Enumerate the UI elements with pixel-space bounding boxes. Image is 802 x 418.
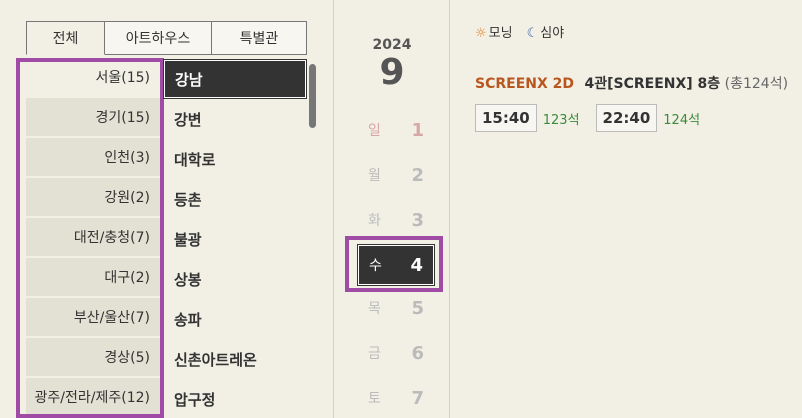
region-item-gwangju-jeolla-jeju[interactable]: 광주/전라/제주(12)	[26, 378, 160, 416]
day-of-week: 월	[368, 168, 381, 184]
day-number: 1	[411, 119, 424, 141]
theater-item[interactable]: 송파	[164, 300, 306, 338]
day-item-sat[interactable]: 토 7	[358, 378, 434, 418]
theater-item[interactable]: 상봉	[164, 260, 306, 298]
month-label: 9	[379, 52, 405, 93]
region-item-gangwon[interactable]: 강원(2)	[26, 178, 160, 216]
day-of-week: 목	[368, 301, 381, 317]
tab-arthouse[interactable]: 아트하우스	[105, 21, 212, 55]
day-item-wed-selected[interactable]: 수 4	[357, 244, 435, 286]
theater-list: 강남 강변 대학로 등촌 불광 상봉 송파 신촌아트레온 압구정	[163, 59, 307, 418]
theater-item[interactable]: 불광	[164, 220, 306, 258]
sun-icon: ☼	[475, 26, 487, 41]
region-item-daegu[interactable]: 대구(2)	[26, 258, 160, 296]
showtime-item[interactable]: 15:40 123석	[475, 104, 580, 132]
showtime-button[interactable]: 15:40	[475, 104, 537, 132]
region-item-incheon[interactable]: 인천(3)	[26, 138, 160, 176]
region-item-gyeongsang[interactable]: 경상(5)	[26, 338, 160, 376]
legend-night: ☾ 심야	[527, 22, 565, 41]
day-number: 7	[411, 387, 424, 409]
region-item-seoul[interactable]: 서울(15)	[26, 58, 160, 96]
theater-list-scrollbar[interactable]	[309, 64, 316, 128]
day-number: 5	[411, 297, 424, 319]
time-panel: ☼ 모닝 ☾ 심야 SCREENX 2D 4관[SCREENX] 8층 (총124석…	[451, 0, 802, 418]
year-label: 2024	[372, 37, 412, 53]
day-item-mon[interactable]: 월 2	[358, 155, 434, 195]
time-legend: ☼ 모닝 ☾ 심야	[475, 22, 564, 41]
day-item-fri[interactable]: 금 6	[358, 333, 434, 373]
region-item-gyeonggi[interactable]: 경기(15)	[26, 98, 160, 136]
movie-format: SCREENX 2D	[475, 76, 575, 92]
day-of-week: 금	[368, 346, 381, 362]
day-of-week: 화	[368, 213, 381, 229]
legend-night-label: 심야	[540, 26, 565, 41]
remaining-seats: 123석	[542, 112, 580, 128]
theater-item[interactable]: 등촌	[164, 180, 306, 218]
day-number: 3	[411, 209, 424, 231]
region-list: 서울(15) 경기(15) 인천(3) 강원(2) 대전/충청(7) 대구(2)…	[16, 58, 164, 418]
region-item-busan-ulsan[interactable]: 부산/울산(7)	[26, 298, 160, 336]
theater-tabs: 전체 아트하우스 특별관	[26, 21, 307, 55]
day-of-week: 토	[368, 391, 381, 407]
showtime-button[interactable]: 22:40	[595, 104, 658, 132]
theater-item[interactable]: 대학로	[164, 140, 306, 178]
day-of-week: 일	[368, 123, 381, 139]
legend-morning-label: 모닝	[488, 26, 513, 41]
hall-info: 4관[SCREENX] 8층	[584, 76, 721, 92]
theater-item[interactable]: 강변	[164, 100, 306, 138]
day-number: 4	[410, 254, 423, 276]
theater-panel: 전체 아트하우스 특별관 서울(15) 경기(15) 인천(3) 강원(2) 대…	[0, 0, 334, 418]
day-number: 2	[411, 164, 424, 186]
day-item-sun[interactable]: 일 1	[358, 110, 434, 150]
day-number: 6	[411, 342, 424, 364]
date-panel: 2024 9 일 1 월 2 화 3 수 4 목 5 금 6 토 7	[334, 0, 766, 418]
total-seats: (총124석)	[724, 76, 789, 92]
tab-special[interactable]: 특별관	[212, 21, 307, 55]
showtime-list: 15:40 123석 22:40 124석	[475, 104, 700, 132]
theater-item[interactable]: 강남	[163, 59, 307, 99]
theater-item[interactable]: 신촌아트레온	[164, 340, 306, 378]
day-of-week: 수	[369, 258, 382, 274]
movie-info: SCREENX 2D 4관[SCREENX] 8층 (총124석)	[475, 73, 788, 93]
showtime-item[interactable]: 22:40 124석	[595, 104, 701, 132]
day-item-thu[interactable]: 목 5	[358, 288, 434, 328]
remaining-seats: 124석	[663, 112, 701, 128]
region-item-daejeon-chungcheong[interactable]: 대전/충청(7)	[26, 218, 160, 256]
day-item-tue[interactable]: 화 3	[358, 200, 434, 240]
tab-all[interactable]: 전체	[26, 21, 105, 55]
theater-item[interactable]: 압구정	[164, 380, 306, 418]
legend-morning: ☼ 모닝	[475, 22, 513, 41]
moon-icon: ☾	[526, 26, 539, 41]
